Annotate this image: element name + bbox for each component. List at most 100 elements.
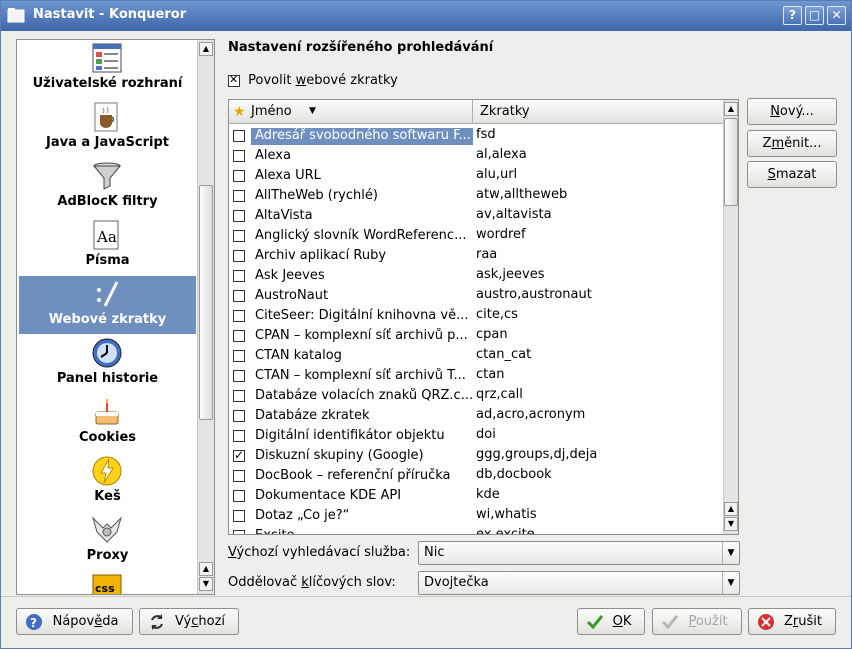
table-row[interactable]: CiteSeer: Digitální knihovna vě... cite,c…: [229, 305, 723, 325]
title-bar[interactable]: Nastavit - Konqueror ? □ ✕: [1, 1, 851, 31]
row-checkbox[interactable]: [233, 489, 245, 502]
row-keys: av,altavista: [476, 207, 552, 222]
table-row[interactable]: Databáze volacích znaků QRZ.c... qrz,call: [229, 385, 723, 405]
name-cell: DocBook – referenční příručka: [233, 468, 473, 486]
name-cell: AustroNaut: [233, 288, 473, 306]
table-row[interactable]: CTAN katalog ctan_cat: [229, 345, 723, 365]
sidebar-item-history[interactable]: Panel historie: [19, 335, 196, 393]
table-row[interactable]: Diskuzní skupiny (Google) ggg,groups,dj,d…: [229, 445, 723, 465]
row-keys: alu,url: [476, 167, 518, 182]
table-row[interactable]: Anglický slovník WordReferenc... wordref: [229, 225, 723, 245]
sidebar-item-ui[interactable]: Uživatelské rozhraní: [19, 40, 196, 98]
new-button[interactable]: Nový...: [747, 98, 837, 125]
table-row[interactable]: Dotaz „Co je?“ wi,whatis: [229, 505, 723, 525]
enable-web-shortcuts-checkbox[interactable]: Povolit webové zkratky: [228, 73, 398, 88]
table-row[interactable]: Ask Jeeves ask,jeeves: [229, 265, 723, 285]
table-row[interactable]: Alexa al,alexa: [229, 145, 723, 165]
row-checkbox[interactable]: [233, 309, 245, 322]
table-row[interactable]: AllTheWeb (rychlé) atw,alltheweb: [229, 185, 723, 205]
sidebar-item-proxy[interactable]: Proxy: [19, 512, 196, 570]
row-name: Alexa: [255, 148, 291, 163]
close-button[interactable]: ✕: [827, 6, 846, 25]
table-scrollbar[interactable]: ▲ ▲ ▼: [723, 100, 738, 534]
sidebar-item-fonts[interactable]: Aa Písma: [19, 217, 196, 275]
row-checkbox[interactable]: [233, 229, 245, 242]
delimiter-select[interactable]: Dvojtečka ▼: [418, 571, 740, 595]
scroll-up-arrow-icon[interactable]: ▲: [724, 102, 738, 116]
row-name: AllTheWeb (rychlé): [255, 188, 378, 203]
help-icon: ?: [26, 614, 42, 630]
table-row[interactable]: Dokumentace KDE API kde: [229, 485, 723, 505]
change-button[interactable]: Změnit...: [747, 130, 837, 157]
sidebar-item-label: AdBlocK filtry: [57, 194, 158, 209]
help-button[interactable]: ? Nápověda: [16, 608, 133, 635]
row-checkbox[interactable]: [233, 409, 245, 422]
table-row[interactable]: AltaVista av,altavista: [229, 205, 723, 225]
scroll-down-arrow-icon[interactable]: ▼: [199, 577, 213, 591]
sidebar-scroll-thumb[interactable]: [199, 185, 213, 420]
table-row[interactable]: Alexa URL alu,url: [229, 165, 723, 185]
row-checkbox[interactable]: [233, 209, 245, 222]
row-checkbox[interactable]: [233, 249, 245, 262]
font-icon: Aa: [93, 220, 119, 250]
table-row[interactable]: DocBook – referenční příručka db,docbook: [229, 465, 723, 485]
scroll-up-arrow-icon[interactable]: ▲: [724, 502, 738, 516]
row-checkbox[interactable]: [233, 149, 245, 162]
row-name: Databáze volacích znaků QRZ.c...: [255, 388, 473, 403]
column-header-keys[interactable]: Zkratky: [474, 100, 723, 124]
table-row[interactable]: Archiv aplikací Ruby raa: [229, 245, 723, 265]
column-header-name[interactable]: ★ Jméno ▼: [229, 100, 473, 124]
row-checkbox[interactable]: [233, 329, 245, 342]
row-keys: fsd: [476, 127, 496, 142]
row-checkbox[interactable]: [233, 448, 245, 462]
scroll-down-arrow-icon[interactable]: ▼: [724, 517, 738, 531]
scroll-up-arrow-icon[interactable]: ▲: [199, 562, 213, 576]
row-checkbox[interactable]: [233, 169, 245, 182]
row-keys: ctan: [476, 367, 505, 382]
row-checkbox[interactable]: [233, 349, 245, 362]
table-row[interactable]: CTAN – komplexní síť archivů T... ctan: [229, 365, 723, 385]
sidebar-item-label: Webové zkratky: [48, 312, 167, 327]
sidebar-item-label: Keš: [94, 489, 121, 504]
row-checkbox[interactable]: [233, 189, 245, 202]
row-checkbox[interactable]: [233, 129, 245, 142]
row-checkbox[interactable]: [233, 429, 245, 442]
row-checkbox[interactable]: [233, 369, 245, 382]
row-checkbox[interactable]: [233, 289, 245, 302]
default-engine-select[interactable]: Nic ▼: [418, 541, 740, 565]
sidebar-item-cache[interactable]: Keš: [19, 453, 196, 511]
defaults-button[interactable]: Výchozí: [139, 608, 239, 635]
name-cell: Adresář svobodného softwaru F...: [233, 128, 473, 146]
apply-button[interactable]: Použít: [652, 608, 742, 635]
row-checkbox[interactable]: [233, 469, 245, 482]
row-name: CTAN – komplexní síť archivů T...: [255, 368, 466, 383]
sidebar-scrollbar[interactable]: ▲ ▲ ▼: [197, 40, 214, 594]
sidebar-item-web-shortcuts[interactable]: Webové zkratky: [19, 276, 196, 334]
row-checkbox[interactable]: [233, 269, 245, 282]
scroll-up-arrow-icon[interactable]: ▲: [199, 42, 213, 56]
table-row[interactable]: Digitální identifikátor objektu doi: [229, 425, 723, 445]
table-row[interactable]: Databáze zkratek ad,acro,acronym: [229, 405, 723, 425]
cancel-button[interactable]: Zrušit: [748, 608, 836, 635]
sidebar-item-cookies[interactable]: Cookies: [19, 394, 196, 452]
table-row[interactable]: Adresář svobodného softwaru F... fsd: [229, 125, 723, 145]
help-title-button[interactable]: ?: [783, 6, 802, 25]
chevron-down-icon: ▼: [722, 542, 739, 564]
table-row[interactable]: CPAN – komplexní síť archivů p... cpan: [229, 325, 723, 345]
sidebar-item-java[interactable]: Java a JavaScript: [19, 99, 196, 157]
row-checkbox[interactable]: [233, 509, 245, 522]
maximize-button[interactable]: □: [805, 6, 824, 25]
row-keys: ad,acro,acronym: [476, 407, 586, 422]
lightning-cache-icon: [92, 456, 122, 486]
table-row[interactable]: Exciteex,excite: [229, 525, 723, 534]
ok-button[interactable]: OK: [577, 608, 645, 635]
table-scroll-thumb[interactable]: [724, 118, 738, 206]
table-row[interactable]: AustroNaut austro,austronaut: [229, 285, 723, 305]
row-checkbox[interactable]: [233, 529, 245, 534]
delete-button[interactable]: Smazat: [747, 161, 837, 188]
sidebar-item-adblock[interactable]: AdBlocK filtry: [19, 158, 196, 216]
checkbox-checked-icon[interactable]: [228, 73, 240, 87]
sidebar-item-stylesheets[interactable]: css: [19, 571, 196, 594]
row-checkbox[interactable]: [233, 389, 245, 402]
row-name: CiteSeer: Digitální knihovna vě...: [255, 308, 469, 323]
